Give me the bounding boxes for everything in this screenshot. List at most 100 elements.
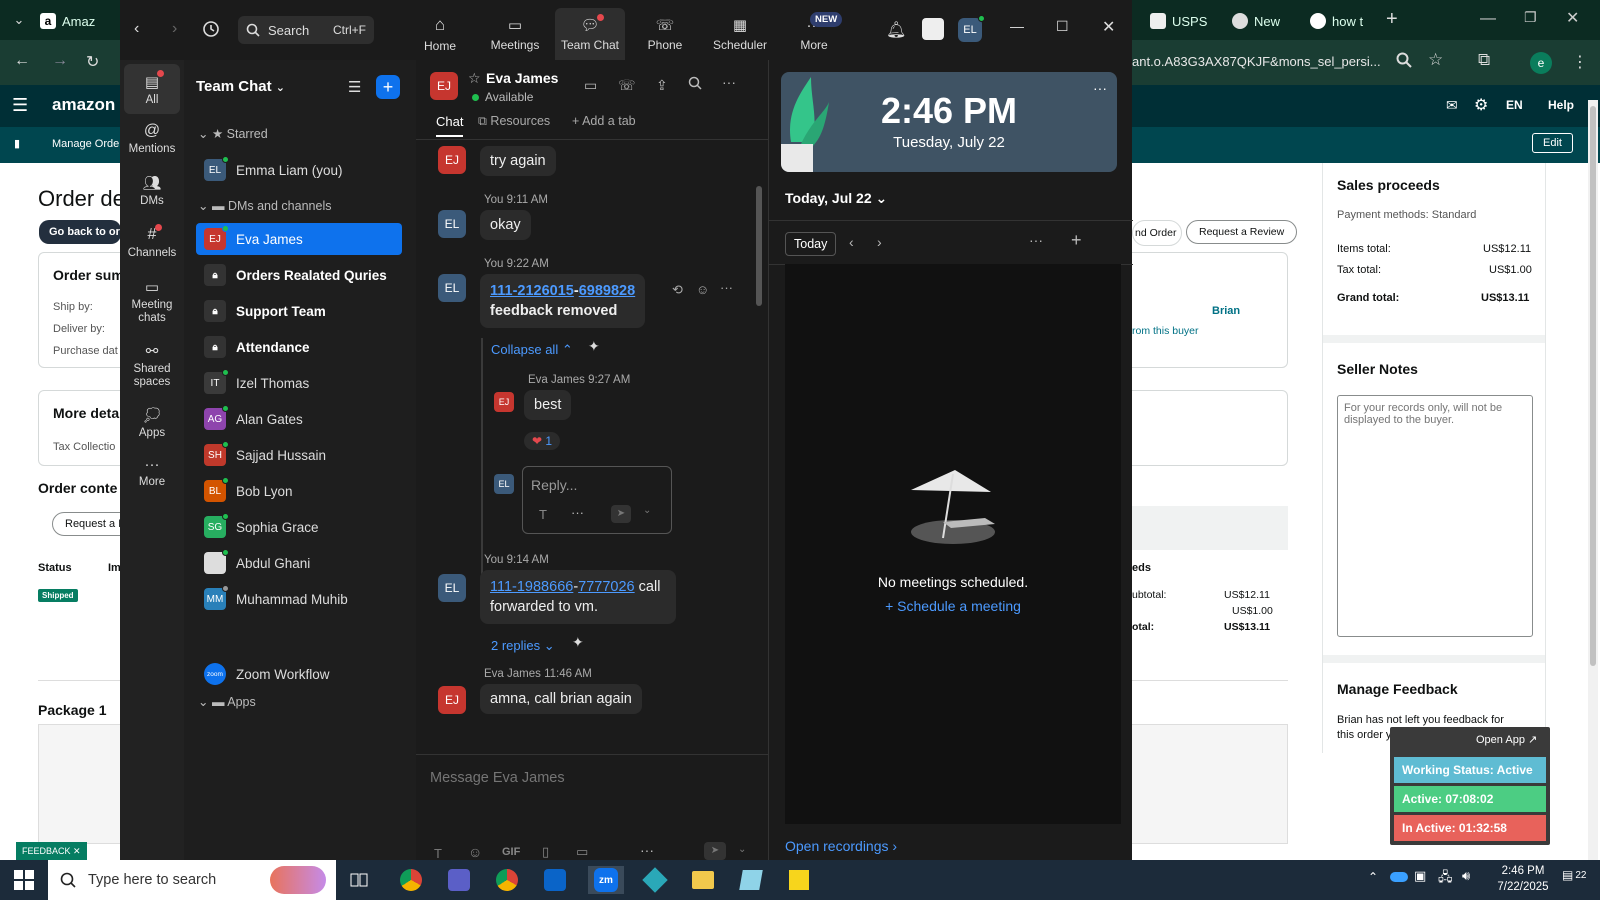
list-item-abdul[interactable]: Abdul Ghani xyxy=(196,547,402,579)
manage-order-link[interactable]: Manage Order xyxy=(52,138,123,150)
apps-section[interactable]: ⌄ ▬ Apps xyxy=(198,694,256,709)
list-item-attendance-channel[interactable]: 🔒︎ Attendance xyxy=(196,331,402,363)
order-action-button[interactable]: nd Order xyxy=(1132,220,1182,246)
order-link[interactable]: 111-2126015 xyxy=(490,283,574,299)
minimize-icon[interactable]: — xyxy=(1480,10,1496,28)
teams-app-icon[interactable] xyxy=(444,866,474,894)
list-item-sophia[interactable]: SG Sophia Grace xyxy=(196,511,402,543)
page-scrollbar[interactable] xyxy=(1588,100,1598,860)
open-app-button[interactable]: Open App ↗ xyxy=(1476,733,1537,746)
app-diamond-icon[interactable] xyxy=(640,866,670,894)
new-chat-button[interactable]: + xyxy=(376,75,400,99)
list-item-zoom-workflow[interactable]: zoom Zoom Workflow xyxy=(196,658,402,690)
list-item-muhib[interactable]: MM Muhammad Muhib xyxy=(196,583,402,615)
reply-input-box[interactable]: Reply... T ··· ➤ ⌄ xyxy=(522,466,672,534)
onedrive-icon[interactable] xyxy=(1390,872,1408,882)
rail-mentions[interactable]: @ Mentions xyxy=(124,122,180,155)
notes-app-icon[interactable] xyxy=(736,866,766,894)
scrollbar-thumb[interactable] xyxy=(1590,106,1596,666)
message-input[interactable] xyxy=(430,760,750,796)
screenshot-icon[interactable]: ▭ xyxy=(576,844,588,860)
history-icon[interactable] xyxy=(202,20,220,38)
gift-icon[interactable] xyxy=(922,18,944,40)
format-text-icon[interactable]: T xyxy=(434,846,442,861)
bookmark-star-icon[interactable]: ☆ xyxy=(1428,50,1443,70)
more-options-icon[interactable]: ··· xyxy=(571,505,584,520)
message-bubble[interactable]: try again xyxy=(480,146,556,176)
tab-search-icon[interactable]: ⌄ xyxy=(8,8,30,32)
message-bubble[interactable]: amna, call brian again xyxy=(480,684,642,714)
contact-buyer-link[interactable]: rom this buyer xyxy=(1132,325,1199,337)
message-more-icon[interactable]: ··· xyxy=(720,280,733,295)
chat-scrollbar[interactable] xyxy=(756,136,762,796)
seller-notes-input[interactable] xyxy=(1337,395,1533,637)
forward-arrow-icon[interactable]: › xyxy=(172,20,177,38)
starred-section[interactable]: ⌄ ★ Starred xyxy=(198,126,268,141)
open-recordings-link[interactable]: Open recordings › xyxy=(785,838,897,854)
settings-gear-icon[interactable]: ⚙ xyxy=(1474,95,1488,115)
notification-bell-icon[interactable]: 🔔︎ xyxy=(886,20,906,40)
add-meeting-icon[interactable]: + xyxy=(1071,230,1082,251)
send-icon[interactable]: ➤ xyxy=(704,842,726,860)
rail-channels[interactable]: # Channels xyxy=(124,224,180,259)
help-link[interactable]: Help xyxy=(1548,98,1574,112)
zoom-page-icon[interactable] xyxy=(1396,52,1412,68)
sparkle-ai-icon[interactable]: ✦ xyxy=(572,634,584,651)
list-item-bob[interactable]: BL Bob Lyon xyxy=(196,475,402,507)
chrome-app-icon[interactable] xyxy=(396,866,426,894)
rail-apps[interactable]: 💭︎ Apps xyxy=(124,406,180,439)
chevron-down-icon[interactable]: ⌄ xyxy=(643,505,651,516)
scrollbar-thumb[interactable] xyxy=(756,186,762,306)
format-text-icon[interactable]: T xyxy=(539,507,547,522)
tab-how[interactable]: how t xyxy=(1310,6,1363,36)
nav-scheduler[interactable]: ▦ Scheduler xyxy=(705,8,775,60)
tab-add[interactable]: + Add a tab xyxy=(572,114,636,128)
star-icon[interactable]: ☆ xyxy=(468,70,481,87)
tab-new[interactable]: New xyxy=(1232,6,1280,36)
share-screen-icon[interactable]: ⇪ xyxy=(656,77,668,94)
list-item-emma[interactable]: EL Emma Liam (you) xyxy=(196,154,402,186)
buyer-name-link[interactable]: Brian xyxy=(1212,305,1240,317)
tray-chevron-icon[interactable]: ⌃ xyxy=(1368,870,1378,884)
message-bubble[interactable]: okay xyxy=(480,210,531,240)
more-options-icon[interactable]: ··· xyxy=(1029,232,1043,248)
list-item-eva[interactable]: EJ Eva James xyxy=(196,223,402,255)
request-review-button[interactable]: Request a Review xyxy=(1186,220,1298,244)
browser-menu-icon[interactable]: ⋮ xyxy=(1572,52,1588,72)
search-box[interactable]: Search Ctrl+F xyxy=(238,16,374,44)
emoji-react-icon[interactable]: ☺ xyxy=(696,282,709,297)
nav-meetings[interactable]: ▭ Meetings xyxy=(480,8,550,60)
back-icon[interactable]: ← xyxy=(14,52,30,70)
today-button[interactable]: Today xyxy=(785,232,837,256)
rail-more[interactable]: ··· More xyxy=(124,456,180,488)
schedule-meeting-link[interactable]: + Schedule a meeting xyxy=(785,598,1121,614)
extensions-icon[interactable]: ⧉ xyxy=(1478,50,1490,70)
new-tab-icon[interactable]: + xyxy=(1386,8,1398,31)
filter-icon[interactable]: ☰ xyxy=(348,78,361,96)
tab-chat[interactable]: Chat xyxy=(436,114,464,137)
heart-reaction[interactable]: ❤ 1 xyxy=(524,432,561,450)
attach-file-icon[interactable]: ▯ xyxy=(542,844,549,860)
windows-start-icon[interactable] xyxy=(14,870,34,890)
message-bubble[interactable]: 111-1988666-7777026 call forwarded to vm… xyxy=(480,570,676,624)
rail-dms[interactable]: 👥︎ DMs xyxy=(124,174,180,207)
rail-all[interactable]: ▤ All xyxy=(124,64,180,114)
volume-icon[interactable]: 🔊︎ xyxy=(1462,868,1470,884)
send-icon[interactable]: ➤ xyxy=(611,505,631,523)
user-avatar[interactable]: EL xyxy=(958,15,985,42)
video-call-icon[interactable]: ▭ xyxy=(584,77,597,94)
nav-home[interactable]: ⌂ Home xyxy=(405,8,475,60)
list-item-izel[interactable]: IT Izel Thomas xyxy=(196,367,402,399)
order-link[interactable]: 6989828 xyxy=(579,283,635,299)
task-view-icon[interactable] xyxy=(344,866,374,894)
rail-shared-spaces[interactable]: ⚯ Shared spaces xyxy=(124,342,180,389)
gif-button[interactable]: GIF xyxy=(502,846,520,858)
more-options-icon[interactable]: ··· xyxy=(1093,80,1107,96)
order-link[interactable]: 7777026 xyxy=(578,579,634,595)
phone-call-icon[interactable]: ☏ xyxy=(618,77,636,94)
language-select[interactable]: EN xyxy=(1506,98,1523,112)
security-icon[interactable]: ▣ xyxy=(1414,868,1426,884)
notification-center[interactable]: ▤ 22 xyxy=(1562,868,1586,882)
dms-channels-section[interactable]: ⌄ ▬ DMs and channels xyxy=(198,198,331,213)
file-explorer-icon[interactable] xyxy=(688,866,718,894)
